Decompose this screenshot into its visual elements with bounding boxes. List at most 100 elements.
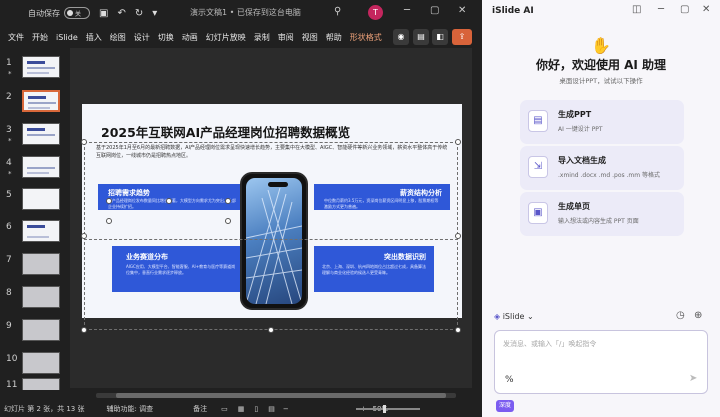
history-icon[interactable]: ◷ — [676, 310, 685, 321]
scrollbar-thumb[interactable] — [116, 393, 446, 398]
camera-icon[interactable]: ◧ — [432, 29, 448, 45]
thumbnail-number: 5 — [6, 190, 12, 200]
share-button[interactable]: ⇪ — [452, 29, 472, 45]
maximize-icon[interactable]: ▢ — [680, 4, 689, 15]
tab-review[interactable]: 审阅 — [274, 32, 298, 43]
resize-handle[interactable] — [225, 218, 231, 224]
resize-handle[interactable] — [81, 327, 87, 333]
tab-animations[interactable]: 动画 — [178, 32, 202, 43]
avatar[interactable]: T — [368, 5, 383, 20]
close-icon[interactable]: ✕ — [458, 5, 466, 16]
deep-mode-tag[interactable]: 深度 — [496, 400, 515, 412]
ribbon-tabs: 文件 开始 iSlide 插入 绘图 设计 切换 动画 幻灯片放映 录制 审阅 … — [0, 26, 482, 48]
thumbnail-slide-1[interactable]: 1 * — [0, 56, 70, 84]
resize-handle[interactable] — [455, 139, 461, 145]
maximize-icon[interactable]: ▢ — [430, 5, 439, 16]
tab-transitions[interactable]: 切换 — [154, 32, 178, 43]
document-title: 演示文稿1 • 已保存到这台电脑 — [190, 8, 301, 17]
minimize-icon[interactable]: ─ — [658, 4, 664, 15]
resize-handle[interactable] — [455, 327, 461, 333]
tab-islide[interactable]: iSlide — [52, 33, 82, 42]
sidebar-toggle-icon[interactable]: ◫ — [632, 4, 641, 15]
tab-record[interactable]: 录制 — [250, 32, 274, 43]
tab-file[interactable]: 文件 — [4, 32, 28, 43]
undo-icon[interactable]: ↶ — [117, 8, 125, 19]
card-generate-ppt[interactable]: ▤ 生成PPT AI 一键设计 PPT — [520, 100, 684, 144]
model-selector[interactable]: ◈ iSlide ⌄ — [494, 312, 534, 321]
thumbnail-star: * — [8, 70, 12, 78]
tab-view[interactable]: 视图 — [298, 32, 322, 43]
thumbnail-slide-5[interactable]: 5 — [0, 188, 70, 216]
outer-selection-frame — [84, 142, 458, 330]
tab-help[interactable]: 帮助 — [322, 32, 346, 43]
reading-view-icon[interactable]: ▯ — [254, 405, 258, 413]
thumbnail-slide-2[interactable]: 2 — [0, 90, 70, 118]
zoom-slider[interactable] — [356, 408, 420, 410]
thumbnail-preview — [22, 56, 60, 78]
thumbnail-preview — [22, 378, 60, 390]
resize-handle[interactable] — [81, 139, 87, 145]
resize-handle[interactable] — [106, 198, 112, 204]
card-generate-single-page[interactable]: ▣ 生成单页 输入想法或内容生成 PPT 页面 — [520, 192, 684, 236]
tab-home[interactable]: 开始 — [28, 32, 52, 43]
tab-shape-format[interactable]: 形状格式 — [346, 32, 386, 43]
single-page-icon: ▣ — [528, 202, 548, 224]
model-name: iSlide — [502, 312, 525, 321]
slide-sorter-icon[interactable]: ▦ — [238, 405, 245, 413]
comment-icon[interactable]: ▤ — [413, 29, 429, 45]
record-icon[interactable]: ◉ — [393, 29, 409, 45]
horizontal-scrollbar[interactable] — [96, 393, 456, 398]
thumbnail-slide-8[interactable]: 8 — [0, 286, 70, 314]
thumbnail-slide-4[interactable]: 4 * — [0, 156, 70, 184]
autosave-label: 自动保存 — [28, 8, 60, 18]
resize-handle[interactable] — [106, 218, 112, 224]
chat-input[interactable] — [503, 339, 693, 359]
slide-title[interactable]: 2025年互联网AI产品经理岗位招聘数据概览 — [101, 122, 350, 141]
accessibility-status[interactable]: 辅助功能: 调查 — [107, 404, 154, 414]
resize-handle[interactable] — [81, 233, 87, 239]
thumbnail-number: 7 — [6, 255, 12, 265]
slide-thumbnails: 1 * 2 3 * 4 * 5 6 7 8 9 10 11 — [0, 50, 70, 390]
thumbnail-slide-6[interactable]: 6 — [0, 220, 70, 248]
tab-slideshow[interactable]: 幻灯片放映 — [202, 32, 250, 43]
slideshow-icon[interactable]: ▤ — [268, 405, 275, 413]
notes-button[interactable]: 备注 — [193, 404, 207, 414]
slide-editor[interactable]: 2025年互联网AI产品经理岗位招聘数据概览 基于2025年1月至6月的最新招聘… — [70, 48, 472, 388]
thumbnail-slide-7[interactable]: 7 — [0, 253, 70, 281]
thumbnail-slide-11[interactable]: 11 — [0, 378, 70, 390]
new-chat-icon[interactable]: ⊕ — [694, 310, 702, 321]
close-icon[interactable]: ✕ — [702, 4, 710, 15]
resize-handle[interactable] — [268, 327, 274, 333]
thumbnail-slide-10[interactable]: 10 — [0, 352, 70, 380]
resize-handle[interactable] — [455, 233, 461, 239]
chat-input-box[interactable]: % ➤ — [494, 330, 708, 394]
thumbnail-preview — [22, 286, 60, 308]
resize-handle[interactable] — [166, 198, 172, 204]
document-import-icon: ⇲ — [528, 156, 548, 178]
resize-handle[interactable] — [225, 198, 231, 204]
redo-icon[interactable]: ↻ — [135, 8, 143, 19]
thumbnail-number: 9 — [6, 321, 12, 331]
thumbnail-slide-9[interactable]: 9 — [0, 319, 70, 347]
tab-insert[interactable]: 插入 — [82, 32, 106, 43]
card-import-document[interactable]: ⇲ 导入文档生成 .xmind .docx .md .pos .mm 等格式 — [520, 146, 684, 190]
send-icon[interactable]: ➤ — [689, 373, 697, 384]
tab-design[interactable]: 设计 — [130, 32, 154, 43]
zoom-out-icon[interactable]: − — [283, 405, 289, 413]
search-icon[interactable]: ⚲ — [334, 6, 341, 17]
normal-view-icon[interactable]: ▭ — [221, 405, 228, 413]
command-prefix[interactable]: % — [505, 375, 514, 385]
thumbnail-number: 3 — [6, 125, 12, 135]
tab-draw[interactable]: 绘图 — [106, 32, 130, 43]
autosave-toggle[interactable]: 关 — [64, 7, 90, 19]
thumbnail-preview — [22, 319, 60, 341]
customize-icon[interactable]: ▾ — [152, 8, 157, 19]
minimize-icon[interactable]: ─ — [404, 5, 410, 16]
presentation-icon: ▤ — [528, 110, 548, 132]
thumbnail-preview — [22, 188, 60, 210]
thumbnail-slide-3[interactable]: 3 * — [0, 123, 70, 151]
powerpoint-window: 自动保存 关 ▣ ↶ ↻ ▾ 演示文稿1 • 已保存到这台电脑 ⚲ T ─ ▢ … — [0, 0, 482, 417]
card-title: 生成PPT — [558, 110, 592, 119]
zoom-slider-knob[interactable] — [383, 405, 386, 413]
save-icon[interactable]: ▣ — [99, 8, 108, 19]
